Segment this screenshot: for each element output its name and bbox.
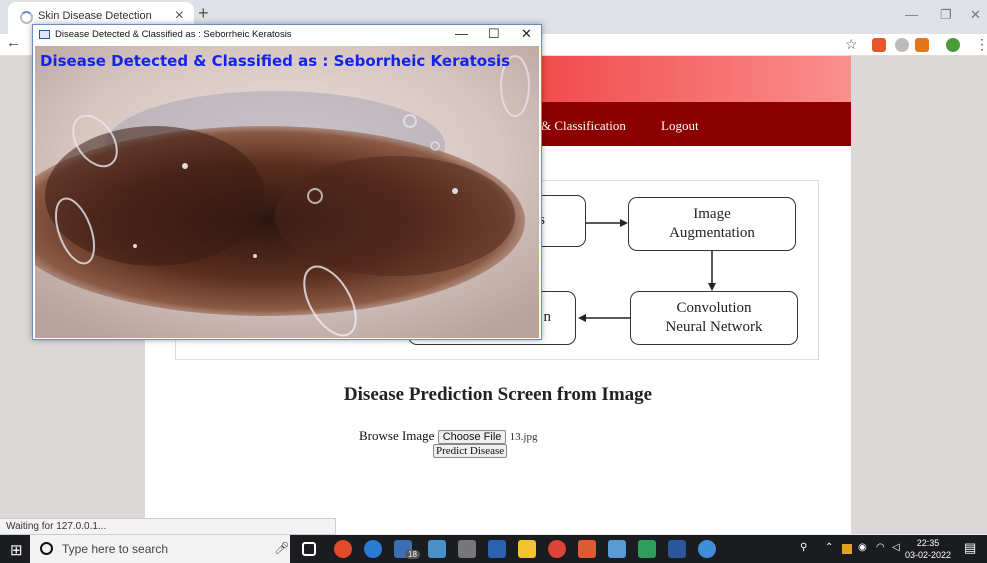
popup-maximize-button[interactable]: ☐ bbox=[488, 26, 500, 42]
loading-icon bbox=[20, 11, 33, 24]
store-icon[interactable] bbox=[488, 540, 506, 558]
popup-close-button[interactable]: ✕ bbox=[521, 26, 532, 42]
nav-link-logout[interactable]: Logout bbox=[661, 118, 699, 134]
windows-taskbar: ⊞ Type here to search 🎤︎ 18 ⚲ ⌃ ◉ ◠ ◁ 22… bbox=[0, 535, 987, 563]
notification-badge: 18 bbox=[405, 550, 420, 559]
chrome-icon[interactable] bbox=[548, 540, 566, 558]
window-restore-button[interactable]: ❐ bbox=[940, 7, 952, 23]
choose-file-button[interactable]: Choose File bbox=[437, 430, 507, 444]
window-close-button[interactable]: ✕ bbox=[970, 7, 981, 23]
result-image-window: Disease Detected & Classified as : Sebor… bbox=[32, 24, 542, 340]
extension-off-icon[interactable] bbox=[872, 38, 886, 52]
app-icon-4[interactable] bbox=[578, 540, 596, 558]
app-icon-3[interactable] bbox=[458, 540, 476, 558]
edge-icon[interactable] bbox=[364, 540, 382, 558]
skin-lesion-photo bbox=[35, 46, 539, 338]
cortana-icon bbox=[40, 542, 53, 555]
popup-minimize-button[interactable]: — bbox=[455, 26, 468, 41]
browse-image-label: Browse Image bbox=[359, 428, 435, 443]
result-window-titlebar[interactable]: Disease Detected & Classified as : Sebor… bbox=[33, 25, 541, 45]
bookmark-star-icon[interactable]: ☆ bbox=[845, 36, 858, 53]
microphone-icon[interactable]: 🎤︎ bbox=[274, 541, 289, 555]
wifi-icon[interactable]: ◠ bbox=[876, 542, 885, 553]
upload-form-row: Browse Image Choose File 13.jpg bbox=[359, 428, 537, 444]
profile-avatar[interactable] bbox=[946, 38, 960, 52]
tab-title: Skin Disease Detection bbox=[38, 10, 152, 22]
new-tab-button[interactable]: + bbox=[198, 3, 209, 24]
file-explorer-icon[interactable] bbox=[518, 540, 536, 558]
python-icon[interactable] bbox=[698, 540, 716, 558]
clock-time: 22:35 bbox=[916, 538, 940, 548]
predict-disease-button[interactable]: Predict Disease bbox=[433, 444, 508, 458]
back-arrow-icon[interactable]: ← bbox=[6, 34, 21, 51]
detection-result-caption: Disease Detected & Classified as : Sebor… bbox=[40, 52, 511, 70]
volume-icon[interactable]: ◁ bbox=[892, 542, 900, 553]
window-minimize-button[interactable]: — bbox=[905, 7, 918, 22]
app-icon-1[interactable] bbox=[334, 540, 352, 558]
app-icon-2[interactable] bbox=[428, 540, 446, 558]
tray-app-icon[interactable] bbox=[842, 544, 852, 554]
tray-expand-icon[interactable]: ⌃ bbox=[825, 542, 833, 553]
page-title: Disease Prediction Screen from Image bbox=[343, 384, 653, 405]
network-icon[interactable]: ◉ bbox=[858, 542, 867, 553]
metamask-icon[interactable] bbox=[915, 38, 929, 52]
taskbar-search-box[interactable]: Type here to search 🎤︎ bbox=[30, 535, 290, 563]
taskbar-clock[interactable]: 22:35 03-02-2022 bbox=[903, 537, 953, 561]
selected-file-name: 13.jpg bbox=[509, 431, 538, 443]
word-icon[interactable] bbox=[668, 540, 686, 558]
taskbar-search-input[interactable]: Type here to search bbox=[62, 542, 168, 556]
result-window-title: Disease Detected & Classified as : Sebor… bbox=[55, 29, 292, 40]
windows-start-icon[interactable]: ⊞ bbox=[10, 541, 23, 559]
skin-lesion-image bbox=[35, 46, 539, 338]
browser-menu-icon[interactable]: ⋮ bbox=[975, 36, 987, 53]
app-icon-6[interactable] bbox=[638, 540, 656, 558]
task-view-icon[interactable] bbox=[302, 542, 316, 556]
clock-date: 03-02-2022 bbox=[904, 550, 952, 560]
extension-search-icon[interactable] bbox=[895, 38, 909, 52]
nav-link-classification[interactable]: & Classification bbox=[541, 118, 626, 134]
people-icon[interactable]: ⚲ bbox=[800, 542, 807, 553]
window-app-icon bbox=[39, 30, 50, 39]
browser-status-bubble: Waiting for 127.0.0.1... bbox=[0, 518, 336, 535]
app-icon-5[interactable] bbox=[608, 540, 626, 558]
tab-close-icon[interactable]: × bbox=[175, 7, 184, 25]
notification-center-icon[interactable]: ▤ bbox=[964, 540, 976, 556]
